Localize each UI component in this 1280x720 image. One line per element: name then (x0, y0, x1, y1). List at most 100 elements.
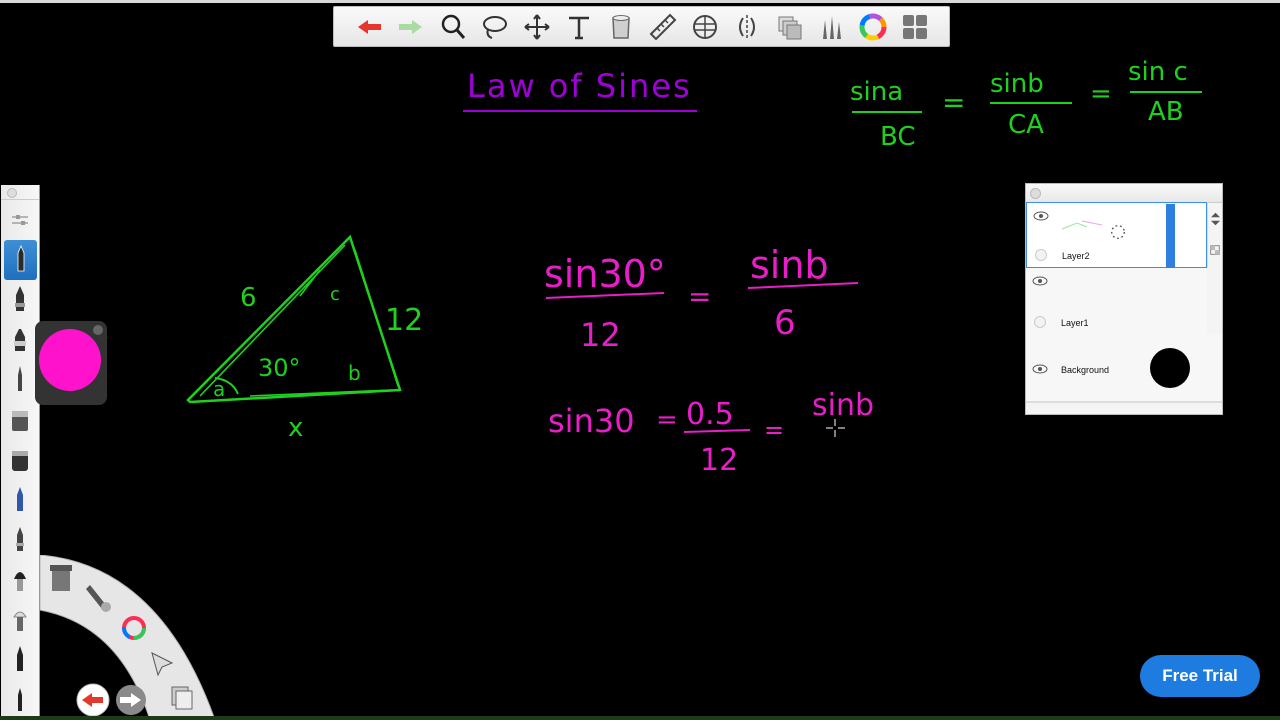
triangle-side-right: 12 (385, 303, 423, 338)
symmetry-button[interactable] (684, 8, 726, 46)
formula-num-1: sina (850, 77, 903, 107)
brush-settings-button[interactable] (1, 200, 38, 240)
formula-num-3: sin c (1128, 57, 1188, 87)
layer-select-radio[interactable] (1035, 249, 1047, 261)
airbrush-icon (11, 411, 28, 431)
perspective-icon (739, 14, 755, 39)
layers-icon (778, 16, 802, 39)
brush-marker[interactable] (1, 320, 38, 360)
lasso-button[interactable] (474, 8, 516, 46)
layer-side-controls (1207, 202, 1223, 268)
visibility-eye-icon[interactable] (1033, 211, 1049, 221)
formula-eq-2: = (1090, 79, 1112, 109)
undo-button[interactable] (348, 8, 390, 46)
color-wheel-icon (859, 13, 887, 40)
current-color-swatch[interactable] (39, 329, 101, 391)
triangle-angle-b: b (348, 361, 361, 385)
eq1-denominator-right: 6 (774, 303, 796, 343)
eq2-rhs: sinb (812, 388, 874, 423)
lock-transparency-icon[interactable] (1209, 244, 1221, 256)
ruler-button[interactable] (642, 8, 684, 46)
sliders-icon (11, 215, 28, 225)
ballpoint-pen-icon (14, 286, 25, 311)
brush-ink[interactable] (1, 520, 38, 560)
undo-icon (358, 19, 381, 34)
smudge-icon (12, 611, 27, 631)
free-trial-button[interactable]: Free Trial (1140, 655, 1260, 697)
formula-den-3: AB (1148, 97, 1184, 127)
calligraphy-pen-icon (16, 646, 23, 671)
symmetry-icon (693, 14, 717, 39)
layer-name: Layer1 (1061, 318, 1089, 328)
perspective-button[interactable] (726, 8, 768, 46)
eq2-value: 0.5 (686, 397, 734, 432)
lagoon-undo-icon[interactable] (76, 683, 110, 717)
layers-panel: Layer2 Layer1 Background (1025, 183, 1223, 415)
layer-row-background[interactable]: Background (1026, 334, 1222, 403)
layer-name: Background (1061, 365, 1110, 375)
tools-icon[interactable] (50, 565, 72, 591)
lagoon-radial-menu (40, 555, 215, 720)
triangle-side-top: 6 (240, 283, 257, 313)
eq2-equals-1: = (656, 405, 678, 435)
eq1-denominator-left: 12 (580, 316, 621, 354)
layers-panel-header[interactable] (1026, 184, 1222, 203)
formula-eq-1: = (942, 86, 965, 119)
triangle-angle-a: a (213, 377, 225, 401)
brush-airbrush[interactable] (1, 400, 38, 440)
layer-row-layer1[interactable]: Layer1 (1026, 268, 1207, 335)
soft-brush-icon (13, 572, 26, 591)
lasso-icon (483, 15, 507, 39)
layer-row-layer2[interactable]: Layer2 (1026, 202, 1207, 268)
brush-palette (1, 185, 40, 720)
brush-ballpoint[interactable] (1, 280, 38, 320)
marker-icon (13, 329, 26, 351)
blend-mode-arrows-icon[interactable] (1209, 210, 1222, 228)
lagoon-redo-icon[interactable] (116, 685, 146, 715)
fineliner-icon (17, 366, 22, 391)
redo-button[interactable] (390, 8, 432, 46)
zoom-icon (441, 14, 466, 39)
technical-pen-icon (17, 688, 22, 711)
zoom-button[interactable] (432, 8, 474, 46)
brush-soft[interactable] (1, 560, 38, 600)
eq1-numerator-right: sinb (750, 243, 829, 287)
formula-den-2: CA (1008, 110, 1044, 140)
eq2-equals-2: = (764, 416, 784, 444)
eraser-icon (11, 451, 28, 471)
brush-technical[interactable] (1, 680, 38, 720)
brush-paint[interactable] (1, 480, 38, 520)
puck-opacity-dot[interactable] (93, 325, 103, 335)
text-icon (569, 16, 589, 39)
brush-eraser[interactable] (1, 440, 38, 480)
brush-library-icon (823, 15, 841, 39)
formula-num-2: sinb (990, 69, 1044, 99)
fill-button[interactable] (600, 8, 642, 46)
visibility-eye-icon[interactable] (1032, 364, 1048, 374)
color-puck[interactable] (35, 321, 107, 405)
palette-grip[interactable] (1, 185, 39, 200)
brush-fineliner[interactable] (1, 360, 38, 400)
ink-pen-icon (15, 527, 24, 551)
layers-button[interactable] (768, 8, 810, 46)
ui-toggle-button[interactable] (894, 8, 936, 46)
pencil-icon (17, 244, 24, 272)
layer-select-radio[interactable] (1034, 316, 1046, 328)
text-button[interactable] (558, 8, 600, 46)
paint-brush-icon (16, 487, 23, 511)
background-color-swatch[interactable] (1150, 348, 1190, 388)
layer-name: Layer2 (1062, 251, 1090, 261)
transform-button[interactable] (516, 8, 558, 46)
brush-library-button[interactable] (810, 8, 852, 46)
color-wheel-button[interactable] (852, 8, 894, 46)
brush-smudge[interactable] (1, 600, 38, 640)
layers-panel-footer[interactable] (1026, 401, 1222, 414)
brush-calligraphy[interactable] (1, 640, 38, 680)
eq1-equals: = (688, 280, 711, 313)
layer-thumbnail-icon (1061, 220, 1103, 230)
brush-pencil[interactable] (4, 240, 37, 280)
layer-opacity-bar[interactable] (1166, 204, 1175, 268)
visibility-eye-icon[interactable] (1032, 276, 1048, 286)
top-toolbar (333, 6, 950, 47)
eq2-lhs: sin30 (548, 402, 635, 440)
